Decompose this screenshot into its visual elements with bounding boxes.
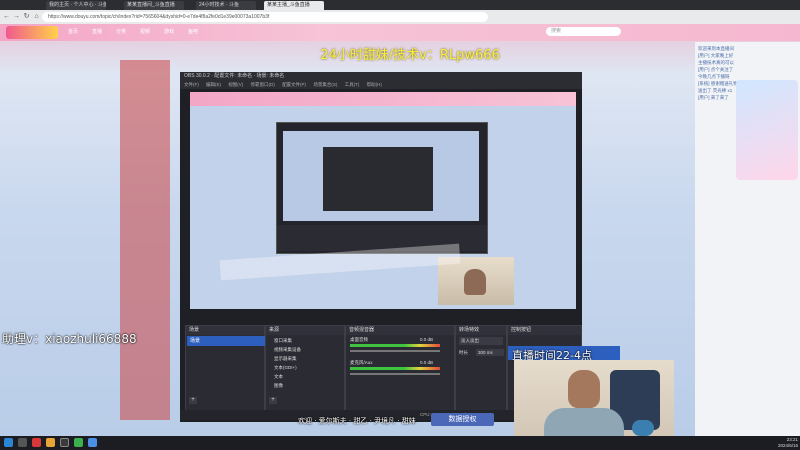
taskbar <box>0 436 800 450</box>
browser-tab-bar <box>0 0 800 10</box>
volume-meter <box>350 344 440 347</box>
volume-meter <box>350 367 440 370</box>
menu-item[interactable]: 帮助(H) <box>367 82 382 87</box>
decor-stripe <box>120 60 170 420</box>
dock-title: 场景 <box>186 326 264 335</box>
person-head <box>568 370 600 408</box>
nav-item[interactable]: 分类 <box>116 28 126 35</box>
reload-icon[interactable]: ↻ <box>22 12 31 22</box>
nav-item[interactable]: 鱼吧 <box>188 28 198 35</box>
obs-title-bar: OBS 30.0.2 · 配置文件: 未命名 · 场景: 未命名 <box>180 72 582 81</box>
forward-icon[interactable]: → <box>12 12 21 22</box>
start-icon[interactable] <box>4 438 13 447</box>
clock-date: 2024/6/16 <box>777 443 798 448</box>
add-scene-button[interactable]: + <box>189 397 197 404</box>
obs-menu-bar: 文件(F) 编辑(E) 视图(V) 停靠窗口(D) 配置文件(P) 场景集合(S… <box>180 81 582 89</box>
nested-preview <box>283 131 479 221</box>
scene-item-selected[interactable]: 场景 <box>187 336 266 346</box>
browser-tab[interactable]: 我的主页 · 个人中心 · 斗鱼 <box>46 1 106 10</box>
nav-item[interactable]: 游戏 <box>164 28 174 35</box>
back-icon[interactable]: ← <box>2 12 11 22</box>
obs-icon[interactable] <box>60 438 69 447</box>
menu-item[interactable]: 场景集合(S) <box>313 82 337 87</box>
menu-item[interactable]: 视图(V) <box>228 82 243 87</box>
nav-item[interactable]: 视频 <box>140 28 150 35</box>
nav-item[interactable]: 直播 <box>92 28 102 35</box>
browser-tab-active[interactable]: 某某主播_斗鱼直播 <box>264 1 324 10</box>
chat-message: [用户] 点个关注了 <box>698 67 734 72</box>
duration-label: 时长 <box>459 350 468 355</box>
folder-icon[interactable] <box>46 438 55 447</box>
home-icon[interactable]: ⌂ <box>32 12 41 22</box>
obs-preview[interactable] <box>190 92 576 309</box>
promo-banner[interactable] <box>736 80 798 180</box>
url-field[interactable]: https://www.douyu.com/topic/ch/index?rid… <box>42 12 488 22</box>
plush-toy <box>632 420 654 436</box>
browser-icon[interactable] <box>88 438 97 447</box>
source-item[interactable]: 文本(GDI+) <box>268 363 340 372</box>
source-item[interactable]: 视频采集设备 <box>268 345 340 354</box>
site-logo[interactable] <box>6 26 58 39</box>
browser-tab[interactable]: 某某直播间_斗鱼直播 <box>124 1 184 10</box>
room-title: 24小时甜妹/技术v：RLpw666 <box>320 48 500 63</box>
source-item[interactable]: 图像 <box>268 381 340 390</box>
mixer-channel-label: 麦克风/Aux <box>350 360 373 365</box>
welcome-ticker: 欢迎 · 爱尔斯夫 · 甜乙 · 尹境凡 · 甜妹 <box>298 417 416 425</box>
transition-select[interactable]: 淡入淡出 <box>459 337 503 345</box>
mixer-channel-db: 0.0 dB <box>420 360 434 365</box>
mixer-channel-db: 0.0 dB <box>420 337 434 342</box>
volume-slider[interactable] <box>350 373 440 375</box>
source-item[interactable]: 显示器采集 <box>268 354 340 363</box>
menu-item[interactable]: 编辑(E) <box>206 82 221 87</box>
nav-item[interactable]: 首页 <box>68 28 78 35</box>
search-input[interactable]: 搜索 <box>546 27 621 36</box>
menu-item[interactable]: 工具(T) <box>345 82 360 87</box>
source-item[interactable]: 窗口采集 <box>268 336 340 345</box>
menu-item[interactable]: 文件(F) <box>184 82 199 87</box>
volume-slider[interactable] <box>350 350 440 352</box>
menu-item[interactable]: 配置文件(P) <box>282 82 306 87</box>
menu-item[interactable]: 停靠窗口(D) <box>251 82 275 87</box>
assistant-contact-text: 助理v：xiaozhuli66888 <box>2 332 137 346</box>
duration-input[interactable]: 300 ms <box>476 349 504 356</box>
chat-message: 欢迎来到本直播间 <box>698 46 734 51</box>
taskbar-clock[interactable]: 23:21 2024/6/16 <box>760 437 798 449</box>
mixer-channel-label: 桌面音频 <box>350 337 368 342</box>
dock-title: 转场特效 <box>456 326 506 335</box>
person-icon <box>464 269 486 295</box>
browser-tab[interactable]: 24小时技术 · 斗鱼 <box>196 1 256 10</box>
dock-title: 控制按钮 <box>508 326 581 335</box>
nested-obs-capture <box>276 122 488 254</box>
dock-title: 音频混音器 <box>346 326 454 335</box>
app-icon[interactable] <box>32 438 41 447</box>
source-item[interactable]: 文本 <box>268 372 340 381</box>
nested-capture-inner <box>323 147 433 211</box>
chat-message: [用户] 大家晚上好 <box>698 53 734 58</box>
wechat-icon[interactable] <box>74 438 83 447</box>
dock-title: 来源 <box>266 326 344 335</box>
chat-message: 主播技术真的可以 <box>698 60 734 65</box>
data-auth-button[interactable]: 数据授权 <box>431 413 494 426</box>
add-source-button[interactable]: + <box>269 397 277 404</box>
preview-site-header <box>190 92 576 106</box>
search-icon[interactable] <box>18 438 27 447</box>
